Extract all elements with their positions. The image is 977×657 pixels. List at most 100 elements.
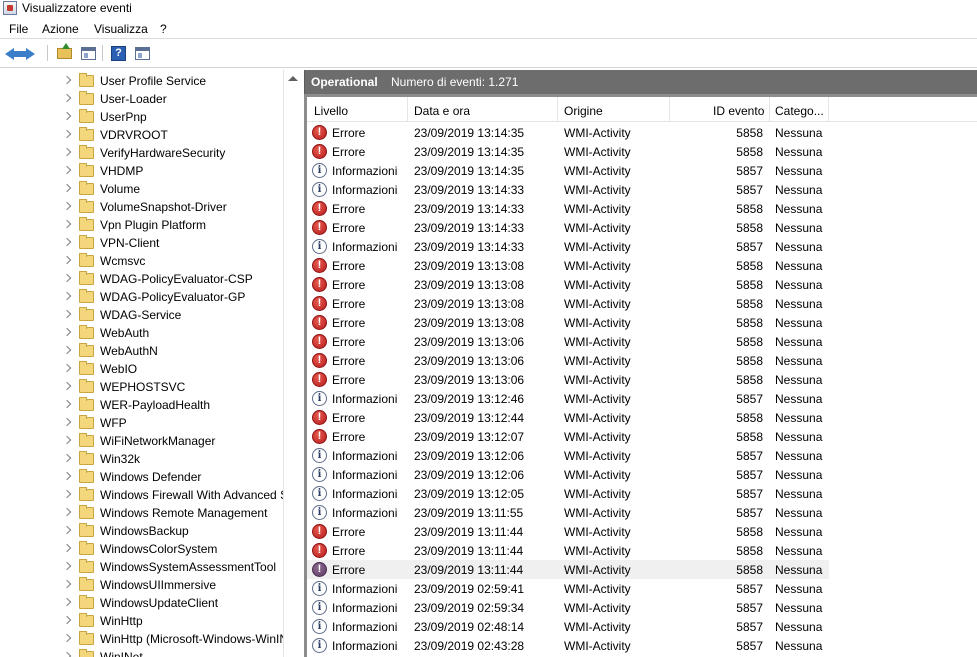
tree-item[interactable]: User-Loader [0,90,283,108]
tree-item[interactable]: WFP [0,414,283,432]
tree-item[interactable]: Vpn Plugin Platform [0,216,283,234]
chevron-right-icon[interactable] [62,597,72,607]
menu-file[interactable]: File [9,22,28,36]
chevron-right-icon[interactable] [62,381,72,391]
back-button[interactable] [2,44,22,62]
chevron-right-icon[interactable] [62,579,72,589]
chevron-right-icon[interactable] [62,93,72,103]
tree-item[interactable]: VHDMP [0,162,283,180]
column-header-livello[interactable]: Livello [307,97,408,122]
chevron-right-icon[interactable] [62,453,72,463]
chevron-right-icon[interactable] [62,219,72,229]
tree-item[interactable]: Windows Defender [0,468,283,486]
tree-item[interactable]: VerifyHardwareSecurity [0,144,283,162]
event-row[interactable]: ! Errore 23/09/2019 13:11:44 WMI-Activity 58… [307,560,829,579]
tree-item[interactable]: WDAG-Service [0,306,283,324]
tree-item[interactable]: User Profile Service [0,72,283,90]
tree-scrollbar[interactable] [283,70,303,657]
tree-item[interactable]: WindowsBackup [0,522,283,540]
menu-azione[interactable]: Azione [42,22,79,36]
show-hide-tree-button[interactable] [78,44,98,62]
chevron-right-icon[interactable] [62,309,72,319]
chevron-right-icon[interactable] [62,111,72,121]
menu-visualizza[interactable]: Visualizza [94,22,148,36]
event-row[interactable]: ! Errore 23/09/2019 13:14:33 WMI-Activity 58… [307,218,829,237]
tree-item[interactable]: VPN-Client [0,234,283,252]
event-row[interactable]: ! Errore 23/09/2019 13:13:06 WMI-Activity 58… [307,332,829,351]
up-one-level-button[interactable] [54,43,74,62]
event-row[interactable]: i Informazioni 23/09/2019 02:43:28 WMI-Acti… [307,636,829,655]
tree-item[interactable]: WEPHOSTSVC [0,378,283,396]
event-row[interactable]: ! Errore 23/09/2019 13:13:08 WMI-Activity 58… [307,275,829,294]
scrollbar-thumb[interactable] [289,90,299,655]
tree-item[interactable]: WindowsUpdateClient [0,594,283,612]
chevron-right-icon[interactable] [62,525,72,535]
tree-item[interactable]: WinINet [0,648,283,657]
event-row[interactable]: i Informazioni 23/09/2019 02:48:14 WMI-Acti… [307,617,829,636]
forward-button[interactable] [20,44,42,62]
tree-item[interactable]: Wcmsvc [0,252,283,270]
event-row[interactable]: i Informazioni 23/09/2019 13:12:05 WMI-Acti… [307,484,829,503]
tree-item[interactable]: VolumeSnapshot-Driver [0,198,283,216]
event-row[interactable]: ! Errore 23/09/2019 13:13:08 WMI-Activity 58… [307,294,829,313]
chevron-right-icon[interactable] [62,129,72,139]
tree-item[interactable]: WDAG-PolicyEvaluator-GP [0,288,283,306]
tree-item[interactable]: Win32k [0,450,283,468]
chevron-right-icon[interactable] [62,165,72,175]
show-hide-action-pane-button[interactable] [132,44,152,62]
event-row[interactable]: ! Errore 23/09/2019 13:13:08 WMI-Activity 58… [307,313,829,332]
event-row[interactable]: i Informazioni 23/09/2019 13:14:33 WMI-Acti… [307,180,829,199]
tree-item[interactable]: Windows Firewall With Advanced Security [0,486,283,504]
chevron-right-icon[interactable] [62,183,72,193]
chevron-right-icon[interactable] [62,489,72,499]
chevron-right-icon[interactable] [62,345,72,355]
chevron-right-icon[interactable] [62,435,72,445]
event-row[interactable]: i Informazioni 23/09/2019 02:59:34 WMI-Acti… [307,598,829,617]
event-row[interactable]: i Informazioni 23/09/2019 13:12:46 WMI-Acti… [307,389,829,408]
chevron-right-icon[interactable] [62,471,72,481]
chevron-right-icon[interactable] [62,417,72,427]
event-row[interactable]: i Informazioni 23/09/2019 13:12:06 WMI-Acti… [307,465,829,484]
chevron-right-icon[interactable] [62,399,72,409]
event-row[interactable]: ! Errore 23/09/2019 13:12:44 WMI-Activity 58… [307,408,829,427]
tree-item[interactable]: WinHttp [0,612,283,630]
chevron-right-icon[interactable] [62,147,72,157]
scroll-up-arrow-icon[interactable] [288,76,298,81]
column-header-origine[interactable]: Origine [558,97,670,122]
menu-help[interactable]: ? [160,22,167,36]
event-row[interactable]: i Informazioni 23/09/2019 13:14:33 WMI-Acti… [307,237,829,256]
chevron-right-icon[interactable] [62,255,72,265]
event-row[interactable]: ! Errore 23/09/2019 13:14:33 WMI-Activity 58… [307,199,829,218]
column-header-id-evento[interactable]: ID evento [670,97,770,122]
column-header-data-e-ora[interactable]: Data e ora [408,97,558,122]
chevron-right-icon[interactable] [62,561,72,571]
tree-item[interactable]: WindowsUIImmersive [0,576,283,594]
tree-item[interactable]: VDRVROOT [0,126,283,144]
tree-item[interactable]: Volume [0,180,283,198]
event-row[interactable]: ! Errore 23/09/2019 13:11:44 WMI-Activity 58… [307,541,829,560]
tree-item[interactable]: WDAG-PolicyEvaluator-CSP [0,270,283,288]
chevron-right-icon[interactable] [62,273,72,283]
chevron-right-icon[interactable] [62,327,72,337]
chevron-right-icon[interactable] [62,201,72,211]
chevron-right-icon[interactable] [62,633,72,643]
event-row[interactable]: ! Errore 23/09/2019 13:14:35 WMI-Activity 58… [307,142,829,161]
tree-item[interactable]: WebAuth [0,324,283,342]
chevron-right-icon[interactable] [62,75,72,85]
tree-item[interactable]: UserPnp [0,108,283,126]
event-row[interactable]: i Informazioni 23/09/2019 13:14:35 WMI-Acti… [307,161,829,180]
event-row[interactable]: ! Errore 23/09/2019 13:12:07 WMI-Activity 58… [307,427,829,446]
chevron-right-icon[interactable] [62,237,72,247]
event-row[interactable]: ! Errore 23/09/2019 13:11:44 WMI-Activity 58… [307,522,829,541]
chevron-right-icon[interactable] [62,543,72,553]
event-row[interactable]: i Informazioni 23/09/2019 13:12:06 WMI-Acti… [307,446,829,465]
tree-item[interactable]: WER-PayloadHealth [0,396,283,414]
chevron-right-icon[interactable] [62,507,72,517]
event-row[interactable]: i Informazioni 23/09/2019 13:11:55 WMI-Acti… [307,503,829,522]
event-row[interactable]: ! Errore 23/09/2019 13:13:08 WMI-Activity 58… [307,256,829,275]
tree-item[interactable]: WindowsColorSystem [0,540,283,558]
tree-item[interactable]: WebAuthN [0,342,283,360]
chevron-right-icon[interactable] [62,615,72,625]
chevron-right-icon[interactable] [62,363,72,373]
tree-item[interactable]: WinHttp (Microsoft-Windows-WinINet-Captu… [0,630,283,648]
